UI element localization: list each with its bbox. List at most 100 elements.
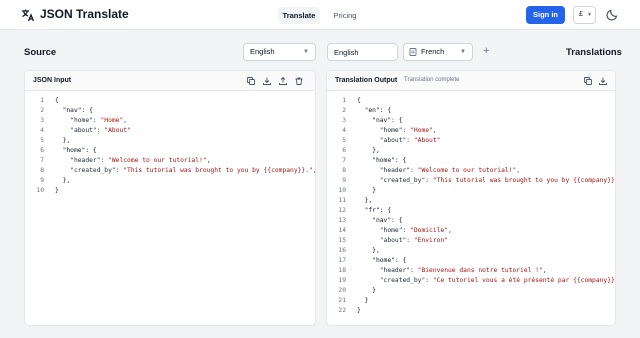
code-line: 12 "fr": { (327, 206, 615, 216)
line-number: 7 (40, 157, 44, 164)
code-text: }, (55, 137, 71, 144)
code-text: } (357, 297, 369, 304)
line-number: 18 (338, 267, 346, 274)
code-text: "nav": { (357, 117, 403, 124)
code-line: 9 "created_by": "This tutorial was broug… (327, 176, 615, 186)
code-text: { (357, 97, 361, 104)
chevron-down-icon: ▼ (587, 12, 592, 18)
currency-select[interactable]: £ ▼ (573, 6, 596, 24)
code-text: "home": "Home", (55, 117, 128, 124)
status-text: Translation complete (404, 77, 460, 83)
source-language-select[interactable]: English ▼ (243, 43, 316, 61)
chevron-down-icon: ▼ (303, 49, 309, 55)
line-number: 2 (342, 107, 346, 114)
code-line: 7 "header": "Welcome to our tutorial!", (25, 156, 315, 166)
code-text: "header": "Welcome to our tutorial!", (55, 157, 211, 164)
line-number: 4 (40, 127, 44, 134)
add-language-button[interactable]: + (483, 45, 489, 57)
translations-title: Translations (566, 47, 622, 58)
code-text: } (357, 187, 376, 194)
code-line: 5 }, (25, 136, 315, 146)
code-line: 9 }, (25, 176, 315, 186)
code-text: "home": "Home", (357, 127, 437, 134)
code-line: 11 }, (327, 196, 615, 206)
copy-icon[interactable] (247, 77, 255, 85)
code-text: "home": { (55, 147, 97, 154)
json-input-editor[interactable]: 1{2 "nav": {3 "home": "Home", 4 "about": … (25, 96, 315, 196)
code-line: 18 "header": "Bienvenue dans notre tutor… (327, 266, 615, 276)
code-line: 17 "home": { (327, 256, 615, 266)
code-text: "header": "Welcome to our tutorial!", (357, 167, 521, 174)
json-input-panel: JSON Input 1{2 "nav": {3 "home": "Home",… (24, 70, 316, 326)
code-line: 6 }, (327, 146, 615, 156)
app-title: JSON Translate (40, 7, 129, 21)
code-line: 4 "about": "About" (25, 126, 315, 136)
tab-pricing[interactable]: Pricing (326, 7, 364, 24)
line-number: 14 (338, 227, 346, 234)
code-line: 13 "nav": { (327, 216, 615, 226)
moon-icon[interactable] (606, 8, 619, 21)
sign-in-button[interactable]: Sign in (526, 6, 565, 24)
line-number: 12 (338, 207, 346, 214)
code-text: "created_by": "This tutorial was brought… (357, 177, 616, 184)
line-number: 5 (342, 137, 346, 144)
line-number: 1 (342, 97, 346, 104)
code-text: "fr": { (357, 207, 392, 214)
code-text: "about": "About" (55, 127, 131, 134)
code-text: "about": "About" (357, 137, 441, 144)
target-language-value: French (421, 47, 445, 56)
line-number: 15 (338, 237, 346, 244)
code-line: 16 }, (327, 246, 615, 256)
line-number: 7 (342, 157, 346, 164)
line-number: 21 (338, 297, 346, 304)
copy-icon[interactable] (584, 77, 592, 85)
download-icon[interactable] (263, 77, 271, 85)
code-text: }, (357, 247, 380, 254)
line-number: 8 (40, 167, 44, 174)
line-number: 16 (338, 247, 346, 254)
code-text: } (357, 307, 361, 314)
code-line: 2 "en": { (327, 106, 615, 116)
source-language-input[interactable] (327, 43, 398, 61)
line-number: 4 (342, 127, 346, 134)
code-line: 19 "created_by": "Ce tutoriel vous a été… (327, 276, 615, 286)
line-number: 9 (342, 177, 346, 184)
panel-title: JSON Input (33, 77, 72, 84)
code-line: 1{ (327, 96, 615, 106)
code-line: 5 "about": "About" (327, 136, 615, 146)
translate-icon (22, 9, 35, 22)
line-number: 10 (338, 187, 346, 194)
tab-translate[interactable]: Translate (278, 7, 320, 24)
line-number: 10 (36, 187, 44, 194)
code-text: "created_by": "This tutorial was brought… (55, 167, 315, 174)
translation-output-panel: Translation Output Translation complete … (326, 70, 616, 326)
code-text: { (55, 97, 59, 104)
code-line: 8 "header": "Welcome to our tutorial!", (327, 166, 615, 176)
upload-icon[interactable] (279, 77, 287, 85)
line-number: 19 (338, 277, 346, 284)
download-icon[interactable] (599, 77, 607, 85)
code-line: 7 "home": { (327, 156, 615, 166)
code-line: 3 "nav": { (327, 116, 615, 126)
code-line: 14 "home": "Domicile", (327, 226, 615, 236)
code-line: 10} (25, 186, 315, 196)
line-number: 17 (338, 257, 346, 264)
line-number: 8 (342, 167, 346, 174)
code-text: }, (357, 147, 380, 154)
trash-icon[interactable] (295, 77, 303, 85)
code-text: "created_by": "Ce tutoriel vous a été pr… (357, 277, 616, 284)
code-line: 3 "home": "Home", (25, 116, 315, 126)
line-number: 11 (338, 197, 346, 204)
app-header: JSON Translate Translate Pricing Sign in… (0, 0, 640, 30)
code-line: 2 "nav": { (25, 106, 315, 116)
code-text: "home": { (357, 157, 407, 164)
line-number: 13 (338, 217, 346, 224)
source-title: Source (24, 47, 57, 58)
source-language-value: English (250, 47, 275, 56)
code-text: } (357, 287, 376, 294)
code-text: "header": "Bienvenue dans notre tutoriel… (357, 267, 547, 274)
code-text: "nav": { (357, 217, 403, 224)
line-number: 3 (342, 117, 346, 124)
code-line: 21 } (327, 296, 615, 306)
code-text: }, (55, 177, 71, 184)
